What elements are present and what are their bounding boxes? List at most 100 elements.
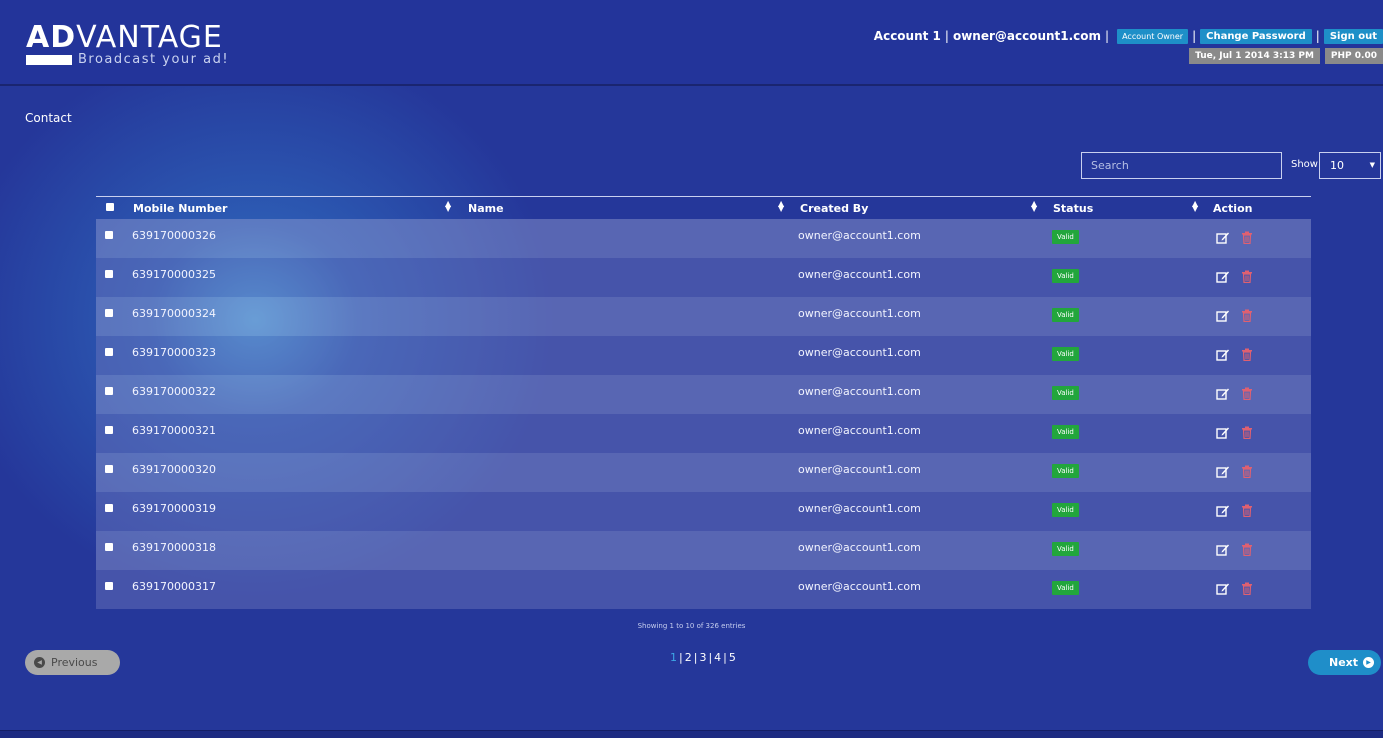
header: ADVANTAGE Broadcast your ad! Account 1 |…	[0, 0, 1383, 86]
search-input[interactable]	[1081, 152, 1282, 179]
mobile-number: 639170000317	[132, 580, 216, 593]
page-4-link[interactable]: 4	[714, 651, 721, 664]
delete-icon[interactable]	[1241, 582, 1253, 596]
delete-icon[interactable]	[1241, 387, 1253, 401]
arrow-right-circle-icon: ▶	[1363, 657, 1375, 668]
row-checkbox[interactable]	[105, 231, 113, 239]
column-header-name[interactable]: Name	[468, 202, 504, 215]
next-button[interactable]: Next ▶	[1308, 650, 1381, 675]
created-by: owner@account1.com	[798, 346, 921, 359]
row-checkbox[interactable]	[105, 348, 113, 356]
page-title: Contact	[25, 111, 72, 125]
page-size-value: 10	[1330, 159, 1344, 172]
separator: |	[693, 651, 698, 664]
created-by: owner@account1.com	[798, 385, 921, 398]
edit-icon[interactable]	[1216, 231, 1230, 244]
row-checkbox[interactable]	[105, 582, 113, 590]
delete-icon[interactable]	[1241, 270, 1253, 284]
sort-icon[interactable]: ▲ ▼	[778, 200, 784, 213]
edit-icon[interactable]	[1216, 270, 1230, 283]
status-badge: Valid	[1052, 503, 1079, 517]
separator: |	[723, 651, 727, 664]
row-checkbox[interactable]	[105, 426, 113, 434]
separator: |	[1192, 29, 1197, 43]
table-row: 639170000318 owner@account1.com Valid	[96, 531, 1311, 570]
column-header-created-by[interactable]: Created By	[800, 202, 868, 215]
brand-tagline: Broadcast your ad!	[78, 52, 230, 67]
status-badge: Valid	[1052, 230, 1079, 244]
row-checkbox[interactable]	[105, 543, 113, 551]
table-row: 639170000322 owner@account1.com Valid	[96, 375, 1311, 414]
select-all-checkbox[interactable]	[106, 203, 114, 211]
edit-icon[interactable]	[1216, 387, 1230, 400]
delete-icon[interactable]	[1241, 309, 1253, 323]
status-badge: Valid	[1052, 269, 1079, 283]
page-1-link[interactable]: 1	[670, 651, 677, 664]
separator: |	[708, 651, 713, 664]
mobile-number: 639170000323	[132, 346, 216, 359]
table-row: 639170000317 owner@account1.com Valid	[96, 570, 1311, 609]
status-bar: Tue, Jul 1 2014 3:13 PM PHP 0.00	[1184, 48, 1383, 64]
delete-icon[interactable]	[1241, 465, 1253, 479]
sort-icon[interactable]: ▲ ▼	[445, 200, 451, 213]
account-name: Account 1	[873, 29, 941, 43]
page-size-select[interactable]: 10 ▼	[1319, 152, 1381, 179]
contacts-table: Mobile Number ▲ ▼ Name ▲ ▼ Created By ▲ ▼ S…	[96, 196, 1311, 609]
sign-out-button[interactable]: Sign out	[1323, 28, 1383, 44]
mobile-number: 639170000319	[132, 502, 216, 515]
mobile-number: 639170000321	[132, 424, 216, 437]
separator: |	[944, 29, 949, 43]
edit-icon[interactable]	[1216, 348, 1230, 361]
status-badge: Valid	[1052, 386, 1079, 400]
separator: |	[1315, 29, 1320, 43]
edit-icon[interactable]	[1216, 426, 1230, 439]
table-header: Mobile Number ▲ ▼ Name ▲ ▼ Created By ▲ ▼ S…	[96, 196, 1311, 219]
balance-display: PHP 0.00	[1324, 48, 1383, 64]
row-checkbox[interactable]	[105, 504, 113, 512]
user-bar: Account 1 | owner@account1.com | Account…	[874, 28, 1383, 44]
logo-bar	[26, 55, 72, 65]
previous-button[interactable]: ◀ Previous	[25, 650, 120, 675]
table-body: 639170000326 owner@account1.com Valid 63917…	[96, 219, 1311, 609]
created-by: owner@account1.com	[798, 268, 921, 281]
edit-icon[interactable]	[1216, 465, 1230, 478]
separator: |	[679, 651, 683, 664]
delete-icon[interactable]	[1241, 231, 1253, 245]
edit-icon[interactable]	[1216, 504, 1230, 517]
created-by: owner@account1.com	[798, 463, 921, 476]
edit-icon[interactable]	[1216, 309, 1230, 322]
delete-icon[interactable]	[1241, 348, 1253, 362]
footer	[0, 730, 1383, 738]
column-header-mobile[interactable]: Mobile Number	[133, 202, 227, 215]
page-2-link[interactable]: 2	[685, 651, 692, 664]
separator: |	[1105, 29, 1110, 43]
datetime-display: Tue, Jul 1 2014 3:13 PM	[1189, 48, 1320, 64]
row-checkbox[interactable]	[105, 309, 113, 317]
row-checkbox[interactable]	[105, 387, 113, 395]
table-row: 639170000324 owner@account1.com Valid	[96, 297, 1311, 336]
row-checkbox[interactable]	[105, 465, 113, 473]
role-badge: Account Owner	[1117, 28, 1189, 44]
created-by: owner@account1.com	[798, 307, 921, 320]
page-3-link[interactable]: 3	[699, 651, 706, 664]
edit-icon[interactable]	[1216, 543, 1230, 556]
show-label: Show	[1291, 159, 1318, 170]
sort-icon[interactable]: ▲ ▼	[1031, 200, 1037, 213]
page-5-link[interactable]: 5	[729, 651, 736, 664]
change-password-button[interactable]: Change Password	[1200, 28, 1312, 44]
status-badge: Valid	[1052, 464, 1079, 478]
next-label: Next	[1329, 656, 1359, 669]
created-by: owner@account1.com	[798, 580, 921, 593]
mobile-number: 639170000320	[132, 463, 216, 476]
delete-icon[interactable]	[1241, 426, 1253, 440]
column-header-status[interactable]: Status	[1053, 202, 1093, 215]
status-badge: Valid	[1052, 581, 1079, 595]
row-checkbox[interactable]	[105, 270, 113, 278]
mobile-number: 639170000318	[132, 541, 216, 554]
edit-icon[interactable]	[1216, 582, 1230, 595]
brand-logo[interactable]: ADVANTAGE Broadcast your ad!	[26, 22, 228, 67]
table-info: Showing 1 to 10 of 326 entries	[637, 622, 746, 630]
delete-icon[interactable]	[1241, 543, 1253, 557]
delete-icon[interactable]	[1241, 504, 1253, 518]
sort-icon[interactable]: ▲ ▼	[1192, 200, 1198, 213]
